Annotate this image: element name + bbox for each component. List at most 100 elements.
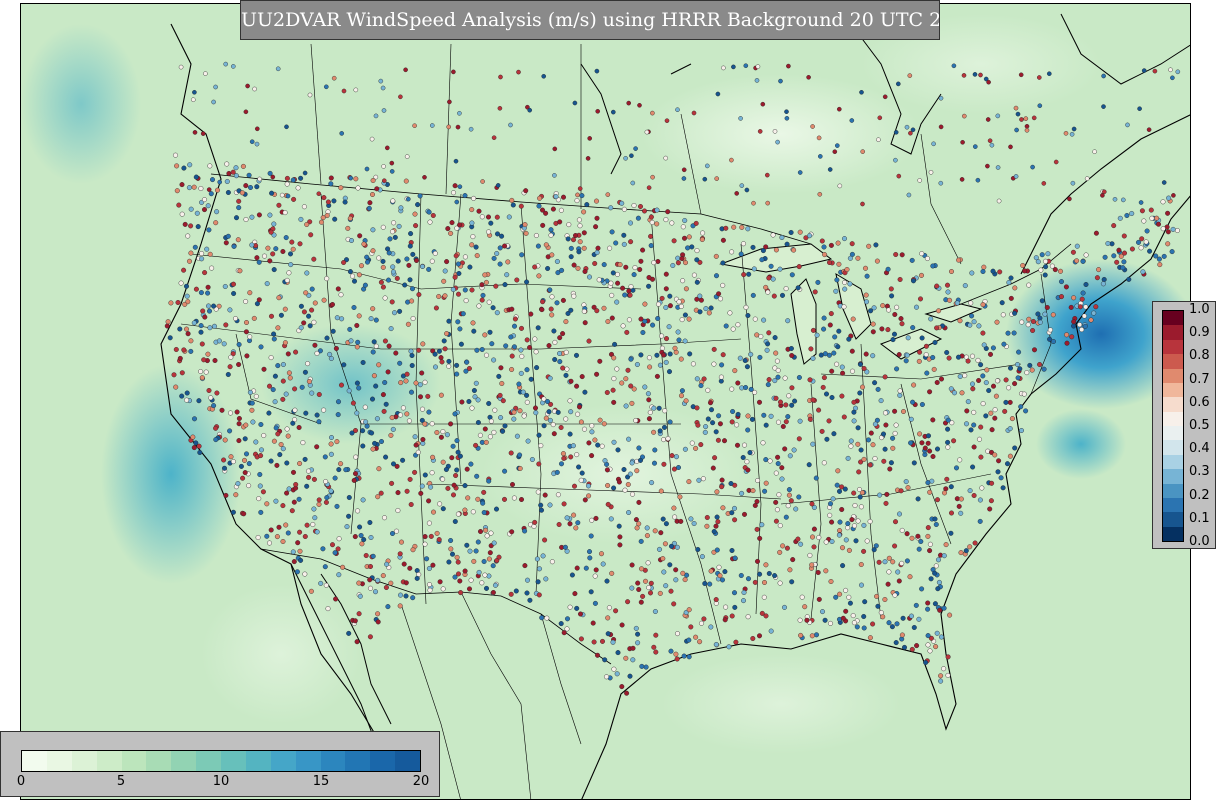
station-marker	[1165, 229, 1171, 235]
station-marker	[422, 174, 427, 180]
station-marker	[560, 331, 566, 337]
station-marker	[682, 217, 688, 223]
station-marker	[943, 486, 949, 492]
station-marker	[693, 634, 699, 640]
station-marker	[789, 579, 795, 585]
station-marker	[698, 383, 704, 389]
station-marker	[456, 291, 462, 297]
station-marker	[958, 510, 964, 516]
station-marker	[190, 97, 196, 102]
station-marker	[959, 390, 965, 396]
station-marker	[232, 316, 238, 322]
station-marker	[792, 398, 798, 404]
station-marker	[996, 458, 1002, 464]
station-marker	[985, 163, 990, 169]
station-marker	[243, 183, 249, 189]
station-marker	[988, 351, 994, 357]
windspeed-colorbar-segment	[96, 751, 122, 771]
station-marker	[269, 190, 275, 196]
station-marker	[409, 389, 415, 395]
station-marker	[814, 632, 820, 638]
station-marker	[571, 293, 577, 299]
station-marker	[654, 207, 660, 213]
station-marker	[755, 478, 761, 484]
station-marker	[514, 277, 520, 283]
station-marker	[508, 450, 514, 456]
station-marker	[1031, 115, 1037, 121]
station-marker	[870, 329, 876, 335]
station-marker	[609, 570, 615, 576]
station-marker	[778, 78, 783, 84]
station-marker	[511, 344, 517, 350]
station-marker	[643, 578, 649, 584]
station-marker	[280, 503, 286, 509]
station-marker	[388, 432, 394, 438]
station-marker	[264, 281, 270, 287]
station-marker	[360, 360, 366, 366]
station-marker	[710, 420, 716, 426]
station-marker	[175, 300, 181, 306]
station-marker	[455, 124, 461, 130]
station-marker	[321, 297, 327, 303]
station-marker	[525, 438, 531, 444]
station-marker	[586, 493, 592, 499]
station-marker	[333, 596, 339, 602]
station-marker	[237, 268, 243, 274]
station-marker	[816, 135, 822, 141]
station-marker	[744, 459, 750, 465]
station-marker	[1007, 399, 1013, 405]
station-marker	[916, 358, 922, 364]
station-marker	[834, 361, 840, 367]
station-marker	[694, 376, 700, 382]
station-marker	[836, 261, 842, 267]
station-marker	[893, 519, 899, 525]
station-marker	[615, 650, 621, 656]
station-marker	[628, 220, 634, 226]
station-marker	[750, 244, 756, 250]
station-marker	[989, 142, 995, 148]
station-marker	[626, 317, 632, 323]
station-marker	[987, 138, 993, 143]
station-marker	[991, 383, 997, 389]
station-marker	[886, 569, 892, 575]
station-marker	[635, 215, 641, 221]
station-marker	[357, 524, 363, 530]
station-marker	[844, 267, 850, 273]
station-marker	[807, 233, 813, 239]
station-marker	[723, 225, 729, 231]
map-area[interactable]	[20, 3, 1191, 800]
station-marker	[424, 556, 430, 562]
station-marker	[834, 482, 840, 488]
station-marker	[583, 565, 589, 571]
station-marker	[837, 591, 843, 597]
station-marker	[861, 522, 867, 528]
station-marker	[859, 582, 865, 588]
station-marker	[655, 316, 661, 322]
station-marker	[609, 315, 615, 321]
station-marker	[491, 135, 497, 140]
station-marker	[347, 269, 353, 275]
station-marker	[523, 188, 529, 194]
station-marker	[354, 344, 360, 350]
station-marker	[1121, 250, 1127, 256]
station-marker	[410, 547, 416, 553]
station-marker	[717, 421, 723, 427]
station-marker	[236, 342, 242, 348]
station-marker	[426, 209, 432, 215]
station-marker	[667, 369, 673, 375]
station-marker	[1168, 67, 1173, 73]
station-marker	[324, 212, 330, 218]
station-marker	[468, 461, 474, 467]
station-marker	[719, 484, 725, 490]
station-marker	[1084, 176, 1090, 181]
station-marker	[809, 633, 815, 639]
station-marker	[904, 531, 910, 537]
station-marker	[380, 573, 386, 579]
station-marker	[938, 678, 944, 684]
station-marker	[796, 436, 802, 442]
station-marker	[746, 576, 752, 582]
station-marker	[917, 178, 923, 183]
station-marker	[1137, 106, 1142, 111]
station-marker	[555, 409, 561, 415]
station-marker	[292, 407, 298, 413]
